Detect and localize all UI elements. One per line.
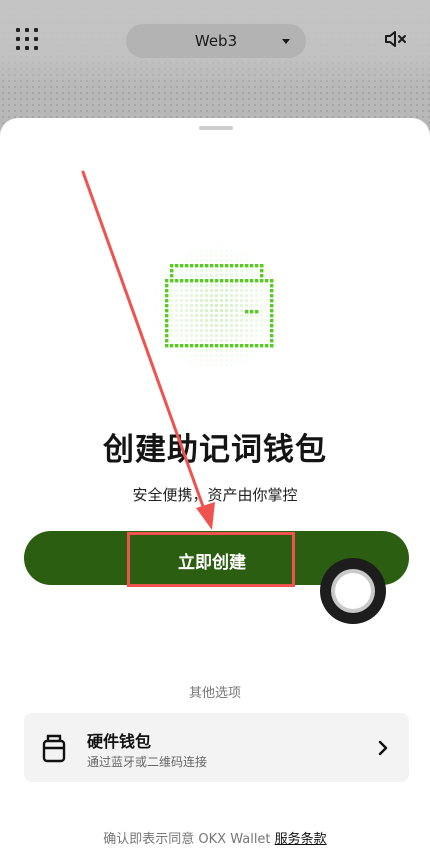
mute-icon[interactable] xyxy=(384,28,408,50)
annotation-highlight-box xyxy=(127,532,295,587)
hardware-wallet-option[interactable]: 硬件钱包 通过蓝牙或二维码连接 xyxy=(24,713,409,782)
chevron-right-icon xyxy=(378,740,388,756)
terms-link[interactable]: 服务条款 xyxy=(275,832,327,847)
caret-down-icon xyxy=(282,39,290,44)
sheet-handle[interactable] xyxy=(199,126,233,130)
network-selector[interactable]: Web3 xyxy=(126,24,306,58)
page-title: 创建助记词钱包 xyxy=(103,432,327,468)
hardware-wallet-icon xyxy=(42,734,66,763)
terms-footer: 确认即表示同意 OKX Wallet 服务条款 xyxy=(0,828,430,847)
other-options-label: 其他选项 xyxy=(188,686,241,701)
wallet-icon xyxy=(160,254,274,362)
network-label: Web3 xyxy=(194,32,238,50)
hardware-wallet-title: 硬件钱包 xyxy=(87,732,152,751)
grid-menu-icon[interactable] xyxy=(16,28,38,50)
terms-text: 确认即表示同意 OKX Wallet xyxy=(103,832,275,847)
page-subtitle: 安全便携，资产由你掌控 xyxy=(132,486,298,504)
hardware-wallet-subtitle: 通过蓝牙或二维码连接 xyxy=(87,755,208,769)
floating-assistant-button[interactable] xyxy=(320,558,386,624)
